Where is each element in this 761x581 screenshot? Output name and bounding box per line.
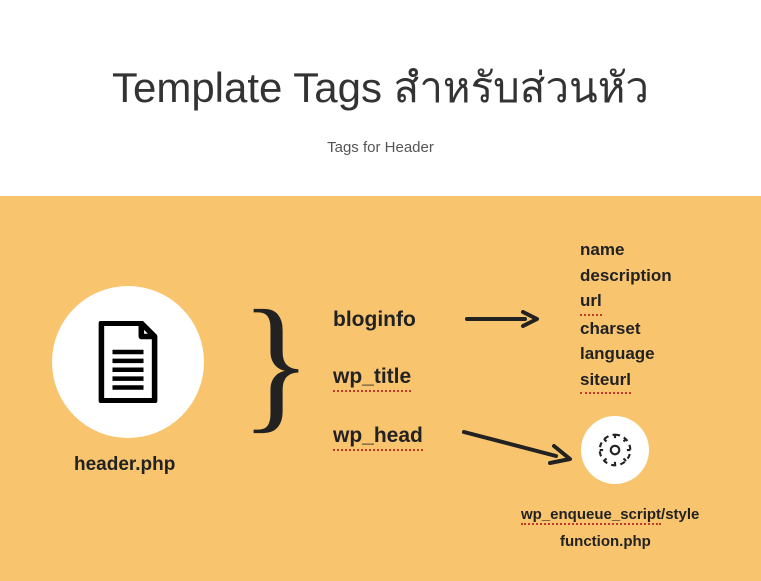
enqueue-suffix: /style — [661, 506, 699, 523]
enqueue-label: wp_enqueue_script/style — [521, 506, 699, 523]
param-description: description — [580, 263, 672, 289]
slide-subtitle: Tags for Header — [0, 139, 761, 156]
tag-wp-title: wp_title — [333, 365, 411, 392]
document-icon — [92, 321, 164, 403]
gear-circle — [581, 416, 649, 484]
file-label: header.php — [74, 454, 175, 476]
enqueue-script-text: wp_enqueue_script — [521, 506, 661, 525]
bloginfo-params: name description url charset language si… — [580, 237, 672, 394]
arrow-icon — [465, 310, 540, 328]
tag-list: bloginfo wp_title wp_head — [333, 308, 423, 483]
param-charset: charset — [580, 316, 672, 342]
file-circle — [52, 286, 204, 438]
slide-title: Template Tags สำหรับส่วนหัว — [0, 55, 761, 121]
tag-bloginfo: bloginfo — [333, 308, 416, 333]
tag-wp-head: wp_head — [333, 424, 423, 451]
param-language: language — [580, 341, 672, 367]
diagram-area: header.php } bloginfo wp_title wp_head n… — [0, 196, 761, 581]
param-name: name — [580, 237, 672, 263]
param-siteurl: siteurl — [580, 367, 631, 395]
arrow-icon — [460, 426, 575, 466]
param-url: url — [580, 288, 602, 316]
brace-icon: } — [240, 288, 312, 438]
function-file-label: function.php — [560, 533, 651, 550]
gear-icon — [598, 433, 632, 467]
